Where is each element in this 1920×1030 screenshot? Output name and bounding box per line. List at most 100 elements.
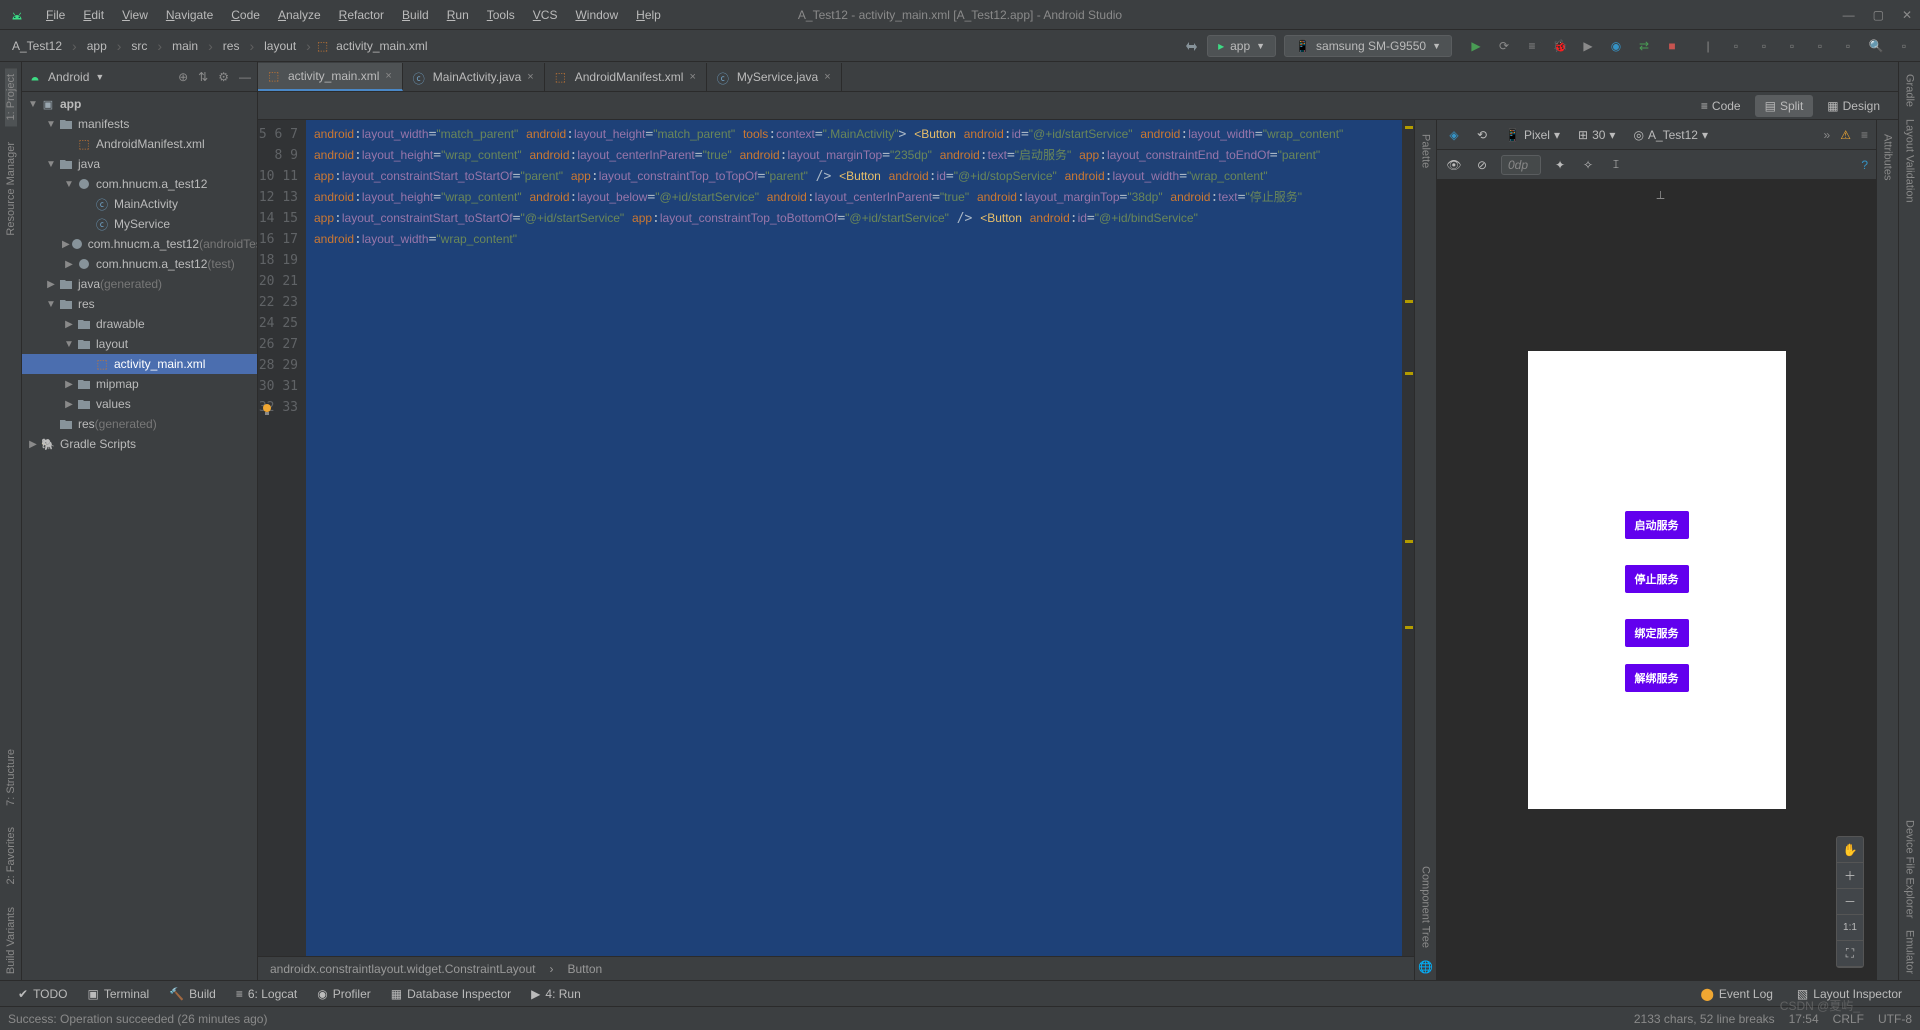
close-tab-icon[interactable]: ×: [385, 70, 391, 82]
target-icon[interactable]: ⊕: [178, 70, 188, 84]
tree-row[interactable]: ⬚activity_main.xml: [22, 354, 257, 374]
zoom-label[interactable]: 1:1: [1837, 915, 1863, 941]
preview-button-bind[interactable]: 绑定服务: [1625, 619, 1689, 647]
eye-icon[interactable]: 👁: [1445, 156, 1463, 174]
run-config-selector[interactable]: ▸app▼: [1207, 35, 1276, 57]
tree-row[interactable]: ▶java (generated): [22, 274, 257, 294]
close-button[interactable]: ✕: [1902, 8, 1912, 22]
tree-row[interactable]: ⬚AndroidManifest.xml: [22, 134, 257, 154]
breadcrumb-item[interactable]: app: [83, 37, 111, 55]
maximize-button[interactable]: ▢: [1873, 8, 1884, 22]
editor-tab[interactable]: ⓒMainActivity.java×: [403, 63, 545, 91]
tree-row[interactable]: ⓒMyService: [22, 214, 257, 234]
stop-button[interactable]: ■: [1664, 38, 1680, 54]
menu-build[interactable]: Build: [394, 4, 437, 26]
breadcrumb-item[interactable]: A_Test12: [8, 37, 66, 55]
device-dropdown[interactable]: 📱 Pixel ▾: [1501, 126, 1564, 144]
emulator-tab[interactable]: Emulator: [1904, 924, 1916, 980]
menu-tools[interactable]: Tools: [479, 4, 523, 26]
menu-view[interactable]: View: [114, 4, 156, 26]
menu-help[interactable]: Help: [628, 4, 669, 26]
pan-icon[interactable]: ✋: [1837, 837, 1863, 863]
tree-row[interactable]: ▼layout: [22, 334, 257, 354]
breadcrumb-item[interactable]: src: [127, 37, 151, 55]
device-preview[interactable]: 启动服务 停止服务 绑定服务 解绑服务: [1528, 351, 1786, 809]
gear-icon[interactable]: ⚙: [218, 70, 229, 84]
preview-button-unbind[interactable]: 解绑服务: [1625, 664, 1689, 692]
default-margin-input[interactable]: 0dp: [1501, 155, 1541, 175]
tree-row[interactable]: ▼manifests: [22, 114, 257, 134]
minimize-button[interactable]: —: [1843, 8, 1855, 22]
tree-row[interactable]: ▶values: [22, 394, 257, 414]
run-button[interactable]: ▶: [1468, 38, 1484, 54]
bottom-tool[interactable]: ⬤Event Log: [1690, 984, 1782, 1004]
code-view-button[interactable]: ≡ Code: [1691, 95, 1751, 117]
split-view-button[interactable]: ▤ Split: [1755, 95, 1814, 117]
design-settings-icon[interactable]: ≡: [1861, 128, 1868, 142]
menu-refactor[interactable]: Refactor: [331, 4, 392, 26]
orientation-icon[interactable]: ⟲: [1473, 126, 1491, 144]
zoom-out-button[interactable]: －: [1837, 889, 1863, 915]
app-inspection-icon[interactable]: ▫: [1840, 38, 1856, 54]
menu-file[interactable]: File: [38, 4, 73, 26]
api-dropdown[interactable]: ⊞ 30 ▾: [1574, 126, 1619, 144]
layout-inspector-icon[interactable]: ▫: [1812, 38, 1828, 54]
help-icon[interactable]: ?: [1861, 158, 1868, 172]
expand-icon[interactable]: »: [1824, 128, 1831, 142]
bottom-tool[interactable]: ▶4: Run: [521, 984, 591, 1004]
editor-tab[interactable]: ⬚AndroidManifest.xml×: [545, 63, 707, 91]
build-variants-tab[interactable]: Build Variants: [5, 901, 17, 980]
palette-tab[interactable]: Palette: [1420, 128, 1432, 174]
collapse-icon[interactable]: ⇅: [198, 70, 208, 84]
coverage-icon[interactable]: ▶: [1580, 38, 1596, 54]
avd-manager-icon[interactable]: ▫: [1728, 38, 1744, 54]
attributes-tab[interactable]: Attributes: [1882, 128, 1894, 186]
breadcrumb-item[interactable]: activity_main.xml: [332, 37, 431, 55]
clear-icon[interactable]: ✧: [1579, 156, 1597, 174]
code-editor[interactable]: android:layout_width="match_parent" andr…: [306, 120, 1402, 956]
breadcrumb-item[interactable]: res: [219, 37, 244, 55]
apply-code-icon[interactable]: ≡: [1524, 38, 1540, 54]
settings-icon[interactable]: ▫: [1896, 38, 1912, 54]
layout-validation-tab[interactable]: Layout Validation: [1904, 113, 1916, 209]
close-tab-icon[interactable]: ×: [824, 71, 830, 83]
menu-analyze[interactable]: Analyze: [270, 4, 329, 26]
tree-row[interactable]: ▼com.hnucm.a_test12: [22, 174, 257, 194]
globe-icon[interactable]: 🌐: [1418, 960, 1433, 974]
preview-button-start[interactable]: 启动服务: [1625, 511, 1689, 539]
project-tree[interactable]: ▼▣app ▼manifests⬚AndroidManifest.xml▼jav…: [22, 92, 257, 980]
menu-edit[interactable]: Edit: [75, 4, 112, 26]
gutter[interactable]: 5 6 7 8 9 10 11 12 13 14 15 16 17 18 19 …: [258, 120, 306, 956]
status-encoding[interactable]: UTF-8: [1878, 1012, 1912, 1026]
attach-debugger-icon[interactable]: ⇄: [1636, 38, 1652, 54]
sdk-manager-icon[interactable]: ▫: [1756, 38, 1772, 54]
bottom-tool[interactable]: 🔨Build: [159, 984, 226, 1004]
marker-bar[interactable]: [1402, 120, 1414, 956]
menu-code[interactable]: Code: [223, 4, 268, 26]
sync-icon[interactable]: [1183, 38, 1199, 54]
design-canvas[interactable]: ⟂ 启动服务 停止服务 绑定服务 解绑服务 ✋ ＋ － 1:1 ⛶: [1437, 180, 1876, 980]
editor-tab[interactable]: ⬚activity_main.xml×: [258, 63, 403, 91]
breadcrumb-item[interactable]: main: [168, 37, 202, 55]
debug-button[interactable]: 🐞: [1552, 38, 1568, 54]
apply-changes-icon[interactable]: ⟳: [1496, 38, 1512, 54]
breadcrumb-item[interactable]: layout: [260, 37, 300, 55]
bottom-tool[interactable]: ▣Terminal: [78, 984, 160, 1004]
tree-row[interactable]: ▼res: [22, 294, 257, 314]
menu-navigate[interactable]: Navigate: [158, 4, 221, 26]
warning-icon[interactable]: ⚠: [1840, 128, 1851, 142]
tree-row[interactable]: ▶com.hnucm.a_test12 (test): [22, 254, 257, 274]
zoom-fit-button[interactable]: ⛶: [1837, 941, 1863, 967]
profile-button[interactable]: ◉: [1608, 38, 1624, 54]
tree-row[interactable]: ⓒMainActivity: [22, 194, 257, 214]
resource-manager-icon[interactable]: ▫: [1784, 38, 1800, 54]
bottom-tool[interactable]: ≡6: Logcat: [226, 984, 307, 1004]
close-tab-icon[interactable]: ×: [527, 71, 533, 83]
tree-row[interactable]: ▼java: [22, 154, 257, 174]
menu-window[interactable]: Window: [567, 4, 626, 26]
gradle-tab[interactable]: Gradle: [1904, 68, 1916, 113]
bottom-tool[interactable]: ✔TODO: [8, 984, 78, 1004]
intention-bulb-icon[interactable]: [260, 402, 274, 416]
search-icon[interactable]: 🔍: [1868, 38, 1884, 54]
device-selector[interactable]: 📱samsung SM-G9550▼: [1284, 35, 1452, 57]
